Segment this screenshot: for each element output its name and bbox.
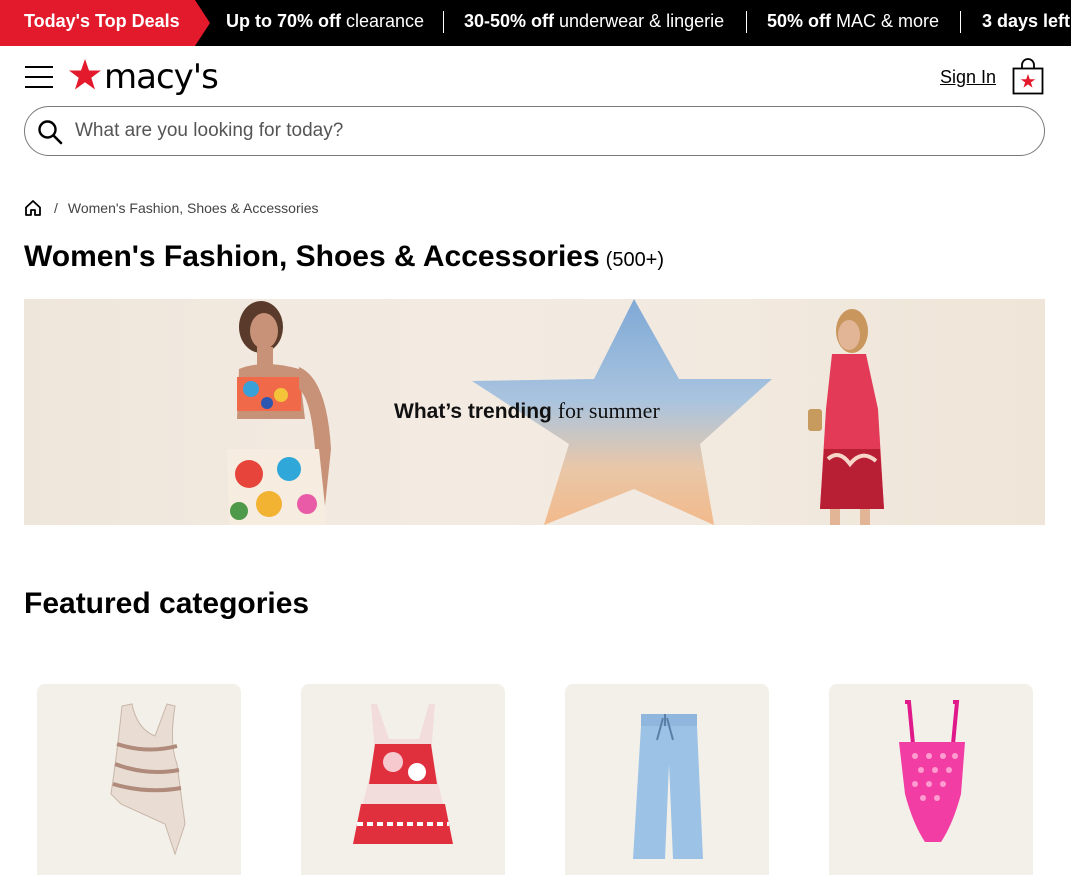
category-card-swimwear[interactable] — [829, 684, 1033, 875]
denim-pants-image — [633, 714, 703, 859]
page-title-text: Women's Fashion, Shoes & Accessories — [24, 240, 600, 273]
macys-logo[interactable]: macy's — [68, 56, 219, 98]
top-deals-link[interactable]: Today's Top Deals — [0, 0, 210, 46]
breadcrumb-current[interactable]: Women's Fashion, Shoes & Accessories — [68, 200, 319, 216]
page-title: Women's Fashion, Shoes & Accessories (500… — [24, 240, 664, 274]
model-floral-outfit-image — [227, 301, 331, 525]
sign-in-link[interactable]: Sign In — [940, 67, 996, 88]
breadcrumb: / Women's Fashion, Shoes & Accessories — [24, 198, 319, 218]
banner-headline: What’s trending for summer — [394, 398, 660, 423]
promo-item-clearance[interactable]: Up to 70% off clearance — [226, 11, 424, 32]
floral-dress-image — [353, 704, 453, 844]
promo-bar: Today's Top Deals Up to 70% off clearanc… — [0, 0, 1071, 46]
promo-item-mac[interactable]: 50% off MAC & more — [767, 11, 939, 32]
search-bar[interactable] — [24, 106, 1045, 156]
category-card-dresses[interactable] — [301, 684, 505, 875]
breadcrumb-separator: / — [54, 200, 58, 216]
halter-top-image — [110, 703, 186, 856]
promo-item-days-left[interactable]: 3 days left — [982, 11, 1070, 32]
star-logo-icon — [69, 59, 101, 90]
result-count: (500+) — [605, 249, 665, 271]
promo-item-underwear[interactable]: 30-50% off underwear & lingerie — [464, 11, 724, 32]
promo-divider — [443, 11, 444, 33]
summer-trending-banner[interactable]: What’s trending for summer — [24, 299, 1045, 525]
promo-divider — [960, 11, 961, 33]
featured-categories-heading: Featured categories — [24, 587, 310, 620]
model-red-dress-image — [808, 309, 884, 525]
promo-divider — [746, 11, 747, 33]
home-icon[interactable] — [24, 199, 42, 217]
menu-icon[interactable] — [25, 65, 53, 89]
category-card-tops[interactable] — [37, 684, 241, 875]
category-card-pants[interactable] — [565, 684, 769, 875]
shopping-bag-icon[interactable] — [1012, 58, 1044, 95]
top-deals-label: Today's Top Deals — [24, 11, 180, 31]
pink-swimsuit-image — [899, 700, 965, 842]
logo-text: macy's — [104, 57, 219, 97]
search-icon[interactable] — [37, 119, 63, 145]
search-input[interactable] — [75, 115, 1015, 147]
